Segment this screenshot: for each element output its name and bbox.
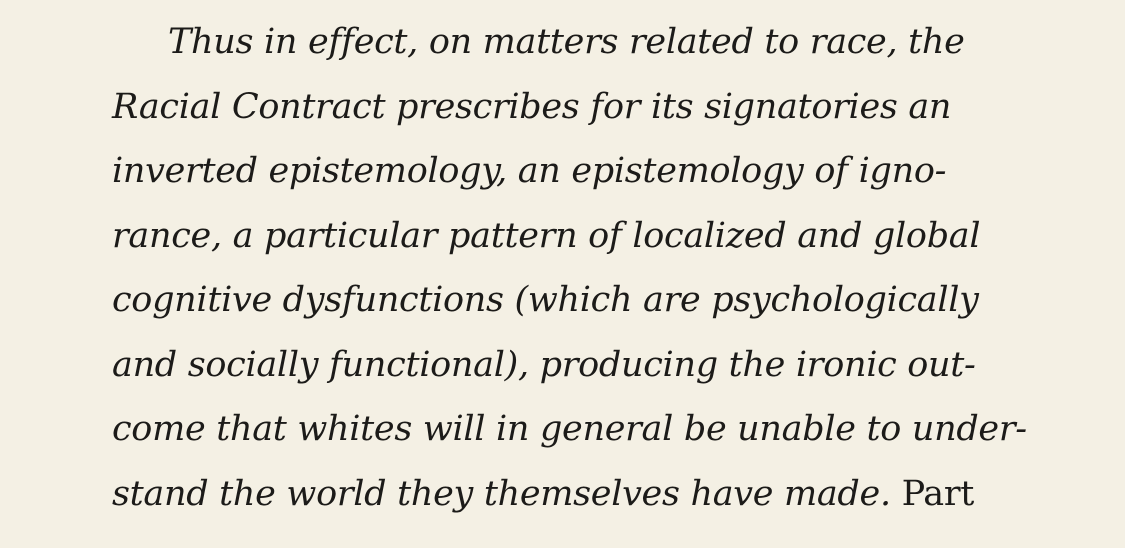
text-line-6: and socially functional), producing the …: [112, 344, 976, 385]
text-line-8: stand the world they themselves have mad…: [112, 462, 1112, 527]
text-line-3: inverted epistemology, an epistemology o…: [112, 151, 947, 191]
paragraph: Thus in effect, on matters related to ra…: [112, 10, 1112, 526]
text-line-8-italic: stand the world they themselves have mad…: [112, 473, 891, 514]
text-line-2: Racial Contract prescribes for its signa…: [112, 86, 952, 127]
text-line-4: rance, a particular pattern of localized…: [112, 215, 981, 256]
trailing-word: Part: [901, 473, 975, 514]
text-line-5: cognitive dysfunctions (which are psycho…: [112, 280, 979, 320]
text-line-1: Thus in effect, on matters related to ra…: [168, 22, 965, 62]
book-page: Thus in effect, on matters related to ra…: [0, 0, 1125, 548]
text-line-7: come that whites will in general be unab…: [112, 409, 1027, 449]
